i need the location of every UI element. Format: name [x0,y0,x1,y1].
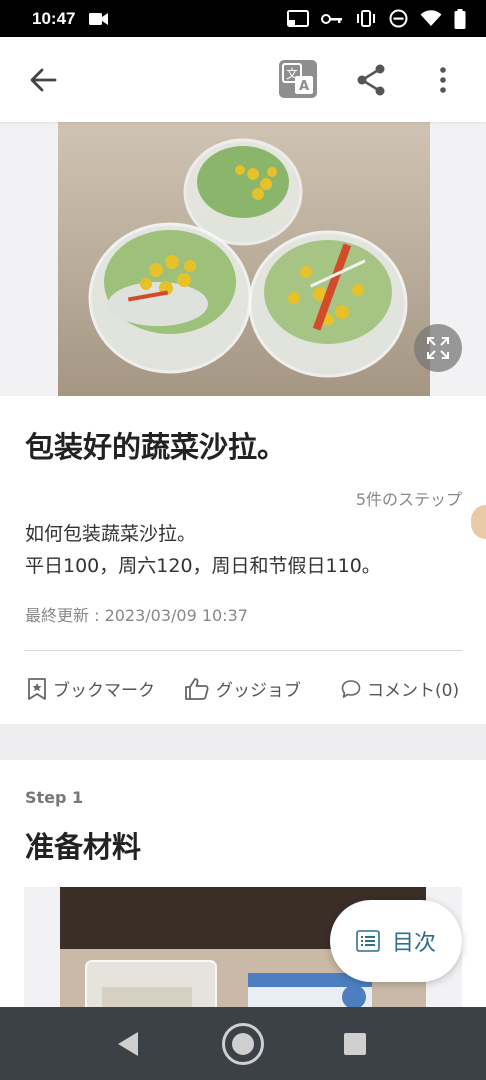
status-time: 10:47 [32,8,76,28]
divider [24,650,462,651]
expand-image-button[interactable] [414,324,462,372]
nav-home-button[interactable] [222,1023,264,1065]
more-vert-icon [440,67,446,93]
good-job-button[interactable]: グッジョブ [184,676,301,701]
step-count: 5件のステップ [355,490,462,509]
description-line-2: 平日100，周六120，周日和节假日110。 [25,555,381,577]
recipe-photo[interactable] [58,122,430,396]
comment-button[interactable]: コメント(0) [341,676,459,701]
do-not-disturb-icon [389,9,408,28]
hero-image-area [0,122,486,396]
back-arrow-icon [30,68,57,92]
share-icon [357,64,385,96]
wifi-icon [420,10,442,26]
bookmark-button[interactable]: ブックマーク [27,676,155,701]
section-gap [0,724,486,760]
app-bar: 文 A [0,37,486,122]
thumbs-up-icon [185,677,209,700]
key-icon [321,13,342,24]
step-title: 准备材料 [25,830,142,864]
svg-text:A: A [299,79,309,94]
table-of-contents-button[interactable]: 目次 [330,900,462,982]
toc-label: 目次 [391,931,436,956]
step-label: Step 1 [25,788,84,807]
cast-icon [287,10,309,27]
expand-icon [427,337,449,359]
comment-label: コメント(0) [367,681,460,701]
more-options-button[interactable] [424,61,462,99]
bookmark-icon [28,677,46,700]
back-button[interactable] [24,61,62,99]
bookmark-label: ブックマーク [53,681,155,701]
recipe-description: 如何包装蔬菜沙拉。 平日100，周六120，周日和节假日110。 [25,518,381,582]
action-row: ブックマーク グッジョブ コメント(0) [0,676,486,706]
recipe-title: 包装好的蔬菜沙拉。 [25,430,287,464]
description-line-1: 如何包装蔬菜沙拉。 [25,523,197,545]
system-nav-bar [0,1007,486,1080]
home-icon [232,1033,254,1055]
good-job-label: グッジョブ [216,681,301,701]
translate-icon: 文 A [282,63,313,94]
comment-icon [341,679,361,698]
nav-back-button[interactable] [116,1031,140,1061]
list-icon [356,930,380,952]
status-bar: 10:47 [0,0,486,37]
battery-icon [454,8,466,29]
translate-button[interactable]: 文 A [279,60,317,98]
nav-back-icon [118,1032,138,1056]
recipe-info-card: 包装好的蔬菜沙拉。 5件のステップ 如何包装蔬菜沙拉。 平日100，周六120，… [0,396,486,724]
salad-cups-illustration [88,138,408,378]
last-updated: 最終更新 : 2023/03/09 10:37 [25,606,248,625]
share-button[interactable] [352,61,390,99]
vibrate-icon [357,10,375,27]
video-camera-icon [89,12,109,25]
nav-recents-button[interactable] [344,1033,366,1055]
